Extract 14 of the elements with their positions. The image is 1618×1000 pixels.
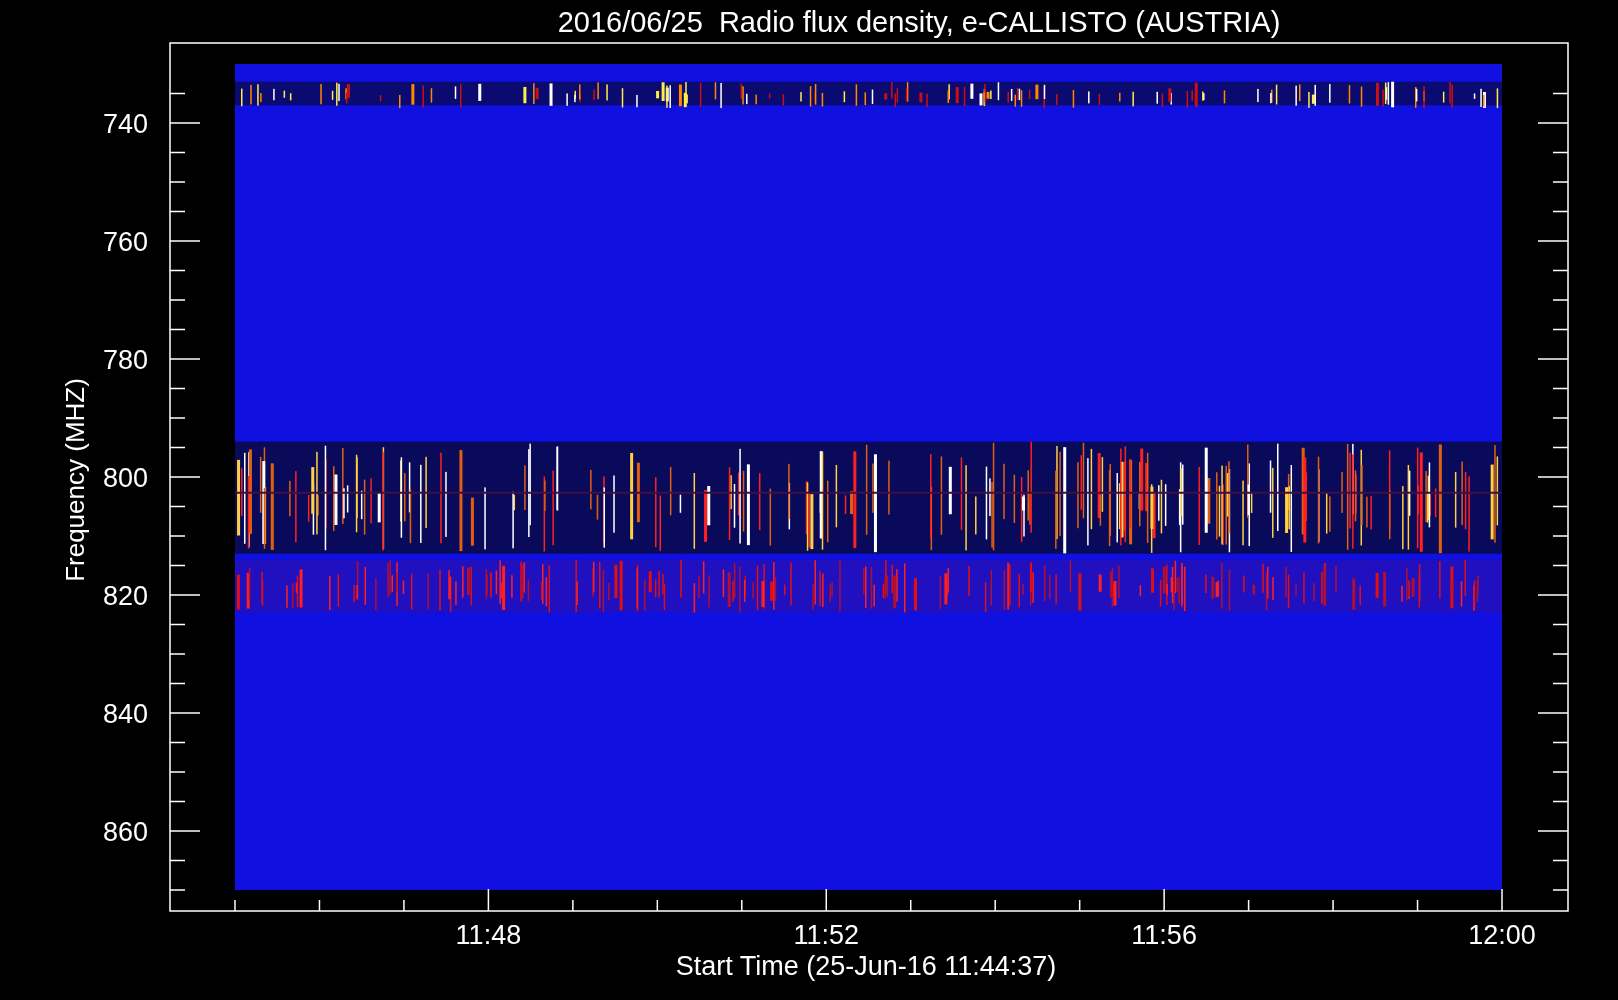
- x-tick-label: 12:00: [1468, 920, 1536, 950]
- x-axis-label: Start Time (25-Jun-16 11:44:37): [675, 951, 1057, 981]
- y-tick-label: 820: [102, 581, 148, 611]
- y-axis-label: Frequency (MHZ): [60, 378, 90, 582]
- chart-title: 2016/06/25 Radio flux density, e-CALLISTO (AUSTRIA): [557, 6, 1281, 38]
- y-tick-label: 840: [102, 699, 148, 729]
- y-tick-label: 800: [102, 463, 148, 493]
- y-tick-label: 780: [102, 345, 148, 375]
- x-tick-label: 11:48: [455, 920, 522, 950]
- y-tick-label: 740: [102, 109, 148, 139]
- x-tick-label: 11:52: [793, 920, 860, 950]
- y-tick-label: 760: [102, 227, 148, 257]
- x-tick-label: 11:56: [1131, 920, 1197, 950]
- y-tick-label: 860: [102, 817, 148, 847]
